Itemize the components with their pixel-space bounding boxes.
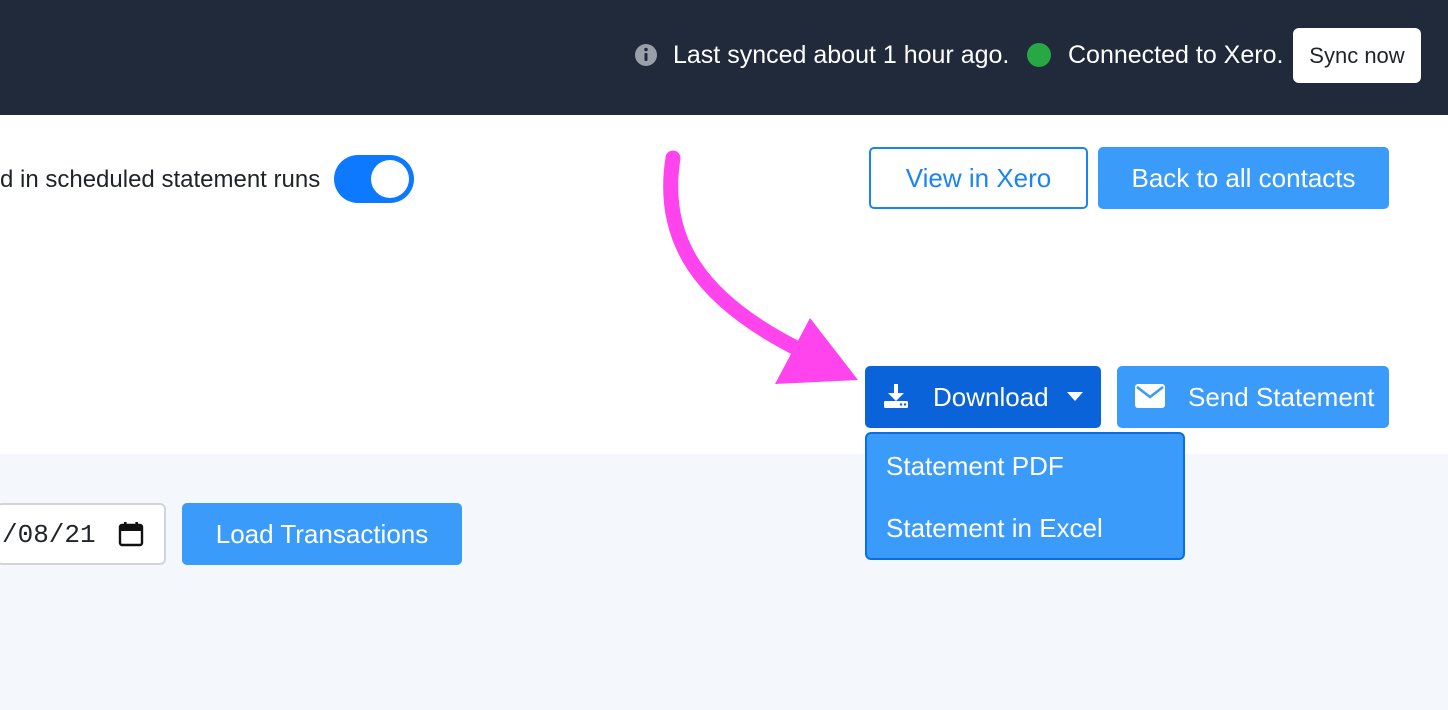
transactions-panel (0, 454, 1448, 710)
download-icon (884, 384, 908, 408)
toggle-knob (371, 160, 409, 198)
load-transactions-button[interactable]: Load Transactions (182, 503, 462, 565)
end-date-value: /08/21 (2, 520, 96, 550)
connection-status-dot (1027, 43, 1051, 67)
download-dropdown-button[interactable]: Download (865, 366, 1101, 428)
connection-status-text: Connected to Xero. (1068, 41, 1284, 69)
send-statement-button[interactable]: Send Statement (1117, 366, 1389, 428)
menu-item-statement-excel[interactable]: Statement in Excel (886, 510, 1103, 546)
download-menu: Statement PDF Statement in Excel (865, 432, 1185, 560)
scheduled-statement-toggle-label: d in scheduled statement runs (0, 166, 321, 193)
envelope-icon (1135, 384, 1165, 408)
download-label: Download (933, 382, 1049, 412)
end-date-input[interactable]: /08/21 (0, 503, 166, 565)
sync-now-button[interactable]: Sync now (1293, 28, 1421, 83)
top-bar: Last synced about 1 hour ago. Connected … (0, 0, 1448, 115)
send-statement-label: Send Statement (1188, 382, 1375, 412)
calendar-icon[interactable] (118, 521, 144, 547)
last-synced-text: Last synced about 1 hour ago. (673, 41, 1010, 69)
caret-down-icon (1067, 392, 1083, 401)
back-to-contacts-button[interactable]: Back to all contacts (1098, 147, 1389, 209)
menu-item-statement-pdf[interactable]: Statement PDF (886, 448, 1064, 484)
info-circle-icon (635, 44, 657, 66)
view-in-xero-button[interactable]: View in Xero (869, 147, 1088, 209)
scheduled-statement-toggle[interactable] (334, 155, 414, 203)
